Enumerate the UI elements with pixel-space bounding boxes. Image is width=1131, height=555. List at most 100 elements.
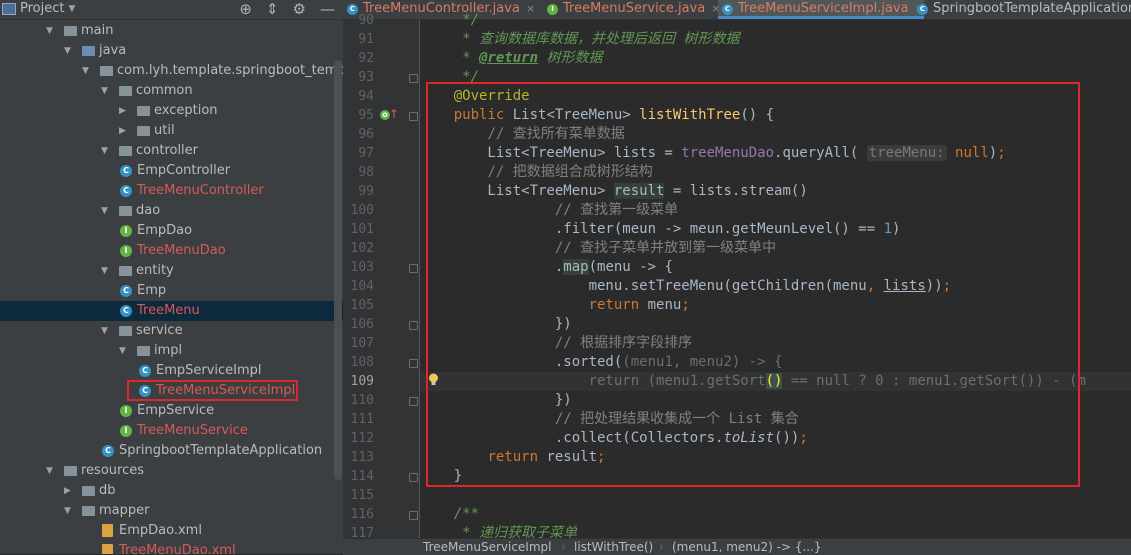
tree-item[interactable]: ▶ util [0, 121, 343, 141]
line-number: 90 [358, 13, 374, 28]
code-line[interactable]: .sorted((menu1, menu2) -> { [420, 353, 1131, 372]
line-number: 91 [358, 32, 374, 47]
code-line[interactable]: return (menu1.getSort() == null ? 0 : me… [420, 372, 1131, 391]
locate-icon[interactable]: ⊕ [239, 0, 252, 18]
code-line[interactable]: // 根据排序字段排序 [420, 334, 1131, 353]
code-line[interactable] [420, 486, 1131, 505]
code-line[interactable]: return menu; [420, 296, 1131, 315]
code-line[interactable]: .map(menu -> { [420, 258, 1131, 277]
overrides-arrow-icon[interactable]: ↑ [389, 107, 399, 121]
chevron-down-icon[interactable]: ▼ [101, 261, 111, 281]
tree-item[interactable]: ▼ main [0, 21, 343, 41]
code-line[interactable]: * 查询数据库数据，并处理后返回 树形数据 [420, 30, 1131, 49]
code-line[interactable]: */ [420, 68, 1131, 87]
line-number: 103 [350, 260, 374, 275]
code-line[interactable]: .filter(meun -> meun.getMeunLevel() == 1… [420, 220, 1131, 239]
tree-item[interactable]: ▼ dao [0, 201, 343, 221]
chevron-down-icon[interactable]: ▼ [46, 461, 56, 481]
code-line[interactable]: // 把处理结果收集成一个 List 集合 [420, 410, 1131, 429]
tree-item[interactable]: I TreeMenuService [0, 421, 343, 441]
gear-icon[interactable]: ⚙ [293, 0, 306, 18]
code-line[interactable]: } [420, 467, 1131, 486]
line-number: 109 [350, 374, 374, 389]
code-line[interactable]: // 把数据组合成树形结构 [420, 163, 1131, 182]
fold-marker-icon[interactable] [409, 511, 418, 520]
fold-marker-icon[interactable] [409, 397, 418, 406]
tree-item[interactable]: EmpDao.xml [0, 521, 343, 541]
chevron-down-icon[interactable]: ▼ [82, 61, 92, 81]
chevron-down-icon[interactable]: ▼ [46, 21, 56, 41]
tree-item[interactable]: ▼ impl [0, 341, 343, 361]
tree-item[interactable]: ▼ com.lyh.template.springboot_template [0, 61, 343, 81]
code-line[interactable]: }) [420, 315, 1131, 334]
chevron-down-icon[interactable]: ▼ [101, 81, 111, 101]
interface-icon: I [120, 405, 132, 417]
tree-item[interactable]: ▼ entity [0, 261, 343, 281]
tree-item-label: EmpDao [137, 223, 193, 238]
tree-item[interactable]: C Emp [0, 281, 343, 301]
code-line[interactable]: */ [420, 11, 1131, 30]
fold-marker-icon[interactable] [409, 473, 418, 482]
code-line[interactable]: return result; [420, 448, 1131, 467]
chevron-down-icon[interactable]: ▼ [64, 41, 74, 61]
tree-item[interactable]: ▼ resources [0, 461, 343, 481]
tree-item[interactable]: I EmpDao [0, 221, 343, 241]
code-line[interactable]: List<TreeMenu> lists = treeMenuDao.query… [420, 144, 1131, 163]
code-line[interactable]: .collect(Collectors.toList()); [420, 429, 1131, 448]
code-line[interactable]: menu.setTreeMenu(getChildren(menu, lists… [420, 277, 1131, 296]
code-line[interactable]: }) [420, 391, 1131, 410]
tree-item[interactable]: TreeMenuDao.xml [0, 541, 343, 554]
breadcrumb-item-class[interactable]: TreeMenuServiceImpl [423, 540, 551, 554]
chevron-down-icon[interactable]: ▼ [101, 201, 111, 221]
code-line[interactable]: public List<TreeMenu> listWithTree() { [420, 106, 1131, 125]
chevron-down-icon[interactable]: ▼ [64, 501, 74, 521]
fold-marker-icon[interactable] [409, 359, 418, 368]
code-line[interactable]: /** [420, 505, 1131, 524]
chevron-down-icon[interactable]: ▼ [101, 321, 111, 341]
fold-marker-icon[interactable] [409, 112, 418, 121]
code-line[interactable]: // 查找子菜单并放到第一级菜单中 [420, 239, 1131, 258]
folder-icon [119, 206, 132, 216]
line-number: 113 [350, 450, 374, 465]
breadcrumb-item-lambda[interactable]: (menu1, menu2) -> {...} [672, 540, 822, 554]
tree-item[interactable]: ▶ exception [0, 101, 343, 121]
chevron-right-icon[interactable]: ▶ [119, 121, 129, 141]
fold-marker-icon[interactable] [409, 264, 418, 273]
project-scrollbar[interactable] [334, 60, 342, 480]
hide-icon[interactable]: — [320, 0, 335, 18]
tree-item[interactable]: ▼ service [0, 321, 343, 341]
project-panel-header: Project ▼ ⊕ ⇕ ⚙ — [0, 0, 343, 20]
tree-item[interactable]: I TreeMenuDao [0, 241, 343, 261]
tree-item[interactable]: C EmpController [0, 161, 343, 181]
collapse-all-icon[interactable]: ⇕ [266, 0, 279, 18]
code-line[interactable]: @Override [420, 87, 1131, 106]
tree-item-label: exception [154, 103, 218, 118]
code-line[interactable]: List<TreeMenu> result = lists.stream() [420, 182, 1131, 201]
line-number: 93 [358, 70, 374, 85]
tree-item[interactable]: I EmpService [0, 401, 343, 421]
code-line[interactable]: * @return 树形数据 [420, 49, 1131, 68]
chevron-right-icon[interactable]: ▶ [64, 481, 74, 501]
tree-item[interactable]: ▼ java [0, 41, 343, 61]
tree-item-label: common [136, 83, 193, 98]
code-line[interactable]: // 查找第一级菜单 [420, 201, 1131, 220]
tree-item[interactable]: ▶ db [0, 481, 343, 501]
tree-item-label: TreeMenuDao.xml [119, 543, 236, 554]
tree-item[interactable]: ▼ controller [0, 141, 343, 161]
tree-item[interactable]: C EmpServiceImpl [0, 361, 343, 381]
fold-marker-icon[interactable] [409, 74, 418, 83]
chevron-down-icon[interactable]: ▼ [101, 141, 111, 161]
breadcrumb-item-method[interactable]: listWithTree() [574, 540, 653, 554]
tree-item[interactable]: C TreeMenu [0, 301, 343, 321]
tree-item[interactable]: C TreeMenuController [0, 181, 343, 201]
tree-item[interactable]: C SpringbootTemplateApplication [0, 441, 343, 461]
code-line[interactable]: // 查找所有菜单数据 [420, 125, 1131, 144]
tree-item[interactable]: ▼ mapper [0, 501, 343, 521]
tree-item[interactable]: ▼ common [0, 81, 343, 101]
chevron-down-icon[interactable]: ▼ [119, 341, 129, 361]
fold-marker-icon[interactable] [409, 321, 418, 330]
lightbulb-icon[interactable] [428, 373, 439, 386]
chevron-right-icon[interactable]: ▶ [119, 101, 129, 121]
interface-icon: I [120, 425, 132, 437]
project-view-selector[interactable]: Project ▼ [2, 1, 75, 16]
